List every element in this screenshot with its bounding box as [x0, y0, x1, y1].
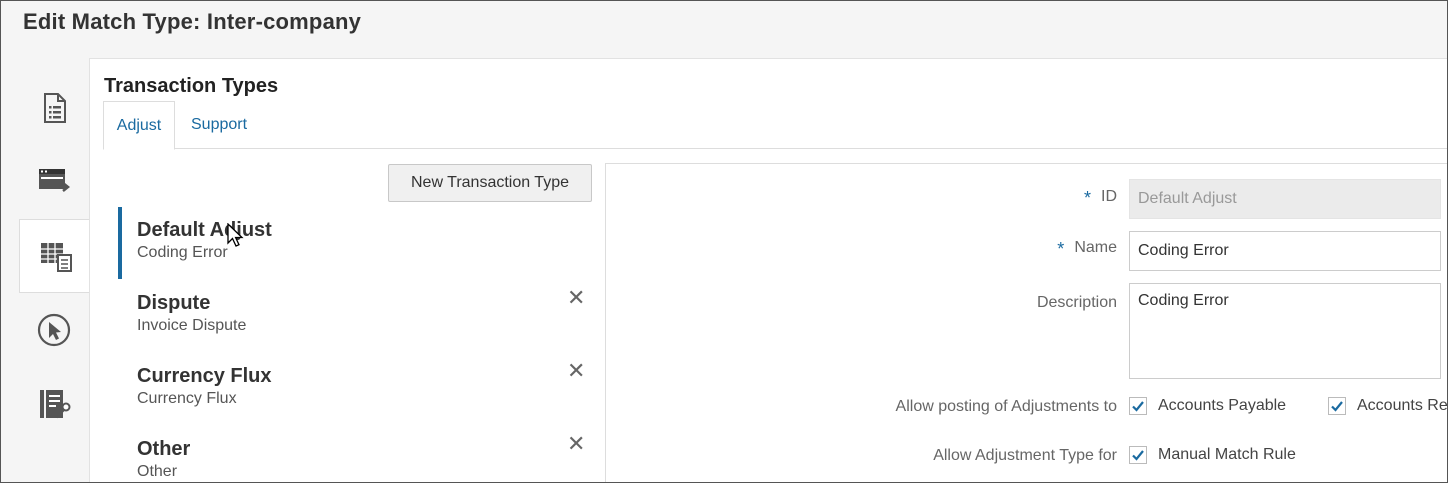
list-item-currency-flux[interactable]: Currency Flux Currency Flux ✕ — [118, 353, 608, 426]
required-marker: * — [1057, 239, 1065, 259]
transaction-type-form: * ID * Name Description Coding Error Allow… — [606, 163, 1448, 482]
delete-icon[interactable]: ✕ — [567, 432, 585, 456]
side-nav — [19, 71, 91, 441]
list-item-other[interactable]: Other Other ✕ — [118, 426, 608, 483]
list-item-title: Other — [137, 438, 191, 460]
list-item-title: Currency Flux — [137, 365, 272, 387]
nav-item-transfer[interactable] — [19, 145, 89, 219]
tab-support[interactable]: Support — [181, 101, 257, 149]
check-icon — [1132, 401, 1144, 412]
delete-icon[interactable]: ✕ — [567, 359, 585, 383]
panel-title: Transaction Types — [104, 75, 279, 97]
tab-bar: Adjust Support — [103, 101, 1447, 150]
document-list-icon — [44, 93, 66, 123]
list-item-subtitle: Other — [137, 463, 178, 480]
nav-item-document[interactable] — [19, 71, 89, 145]
list-item-title: Dispute — [137, 292, 211, 314]
new-transaction-type-button[interactable]: New Transaction Type — [388, 164, 592, 202]
list-item-subtitle: Coding Error — [137, 244, 228, 261]
accounts-receivable-option[interactable]: Accounts Re — [1328, 397, 1448, 415]
delete-icon[interactable]: ✕ — [567, 286, 585, 310]
name-label-text: Name — [1074, 239, 1117, 256]
window-transfer-icon — [39, 169, 71, 192]
id-label-text: ID — [1101, 188, 1117, 205]
nav-item-table[interactable] — [19, 219, 91, 293]
transaction-types-panel: Transaction Types Adjust Support New Tra… — [89, 58, 1448, 483]
nav-item-pointer[interactable] — [19, 293, 89, 367]
list-item-default-adjust[interactable]: Default Adjust Coding Error — [118, 207, 608, 280]
check-icon — [1132, 450, 1144, 461]
list-wrench-icon — [40, 390, 71, 419]
tab-adjust[interactable]: Adjust — [103, 101, 175, 150]
accounts-payable-label: Accounts Payable — [1158, 397, 1287, 414]
table-document-icon — [40, 243, 72, 272]
description-field[interactable]: Coding Error — [1129, 283, 1441, 379]
accounts-receivable-label: Accounts Re — [1357, 397, 1448, 414]
required-marker: * — [1083, 188, 1091, 208]
list-item-subtitle: Invoice Dispute — [137, 317, 247, 334]
accounts-receivable-checkbox[interactable] — [1328, 397, 1346, 415]
manual-match-rule-checkbox[interactable] — [1129, 446, 1147, 464]
manual-match-rule-option[interactable]: Manual Match Rule — [1129, 446, 1296, 464]
accounts-payable-option[interactable]: Accounts Payable — [1129, 397, 1286, 415]
adjustment-type-label: Allow Adjustment Type for — [933, 447, 1117, 464]
id-label: * ID — [1084, 188, 1117, 209]
nav-item-settings[interactable] — [19, 367, 89, 441]
manual-match-rule-label: Manual Match Rule — [1158, 446, 1296, 463]
check-icon — [1331, 401, 1343, 412]
transaction-type-list: Default Adjust Coding Error Dispute Invo… — [118, 207, 608, 483]
accounts-payable-checkbox[interactable] — [1129, 397, 1147, 415]
posting-label: Allow posting of Adjustments to — [895, 398, 1117, 415]
list-item-dispute[interactable]: Dispute Invoice Dispute ✕ — [118, 280, 608, 353]
list-item-subtitle: Currency Flux — [137, 390, 237, 407]
page-title: Edit Match Type: Inter-company — [23, 9, 362, 34]
list-item-title: Default Adjust — [137, 219, 272, 241]
name-field[interactable] — [1129, 231, 1441, 271]
description-label: Description — [1036, 294, 1117, 311]
id-field[interactable] — [1129, 179, 1441, 219]
pointer-circle-icon — [37, 313, 71, 347]
name-label: * Name — [1057, 239, 1117, 260]
